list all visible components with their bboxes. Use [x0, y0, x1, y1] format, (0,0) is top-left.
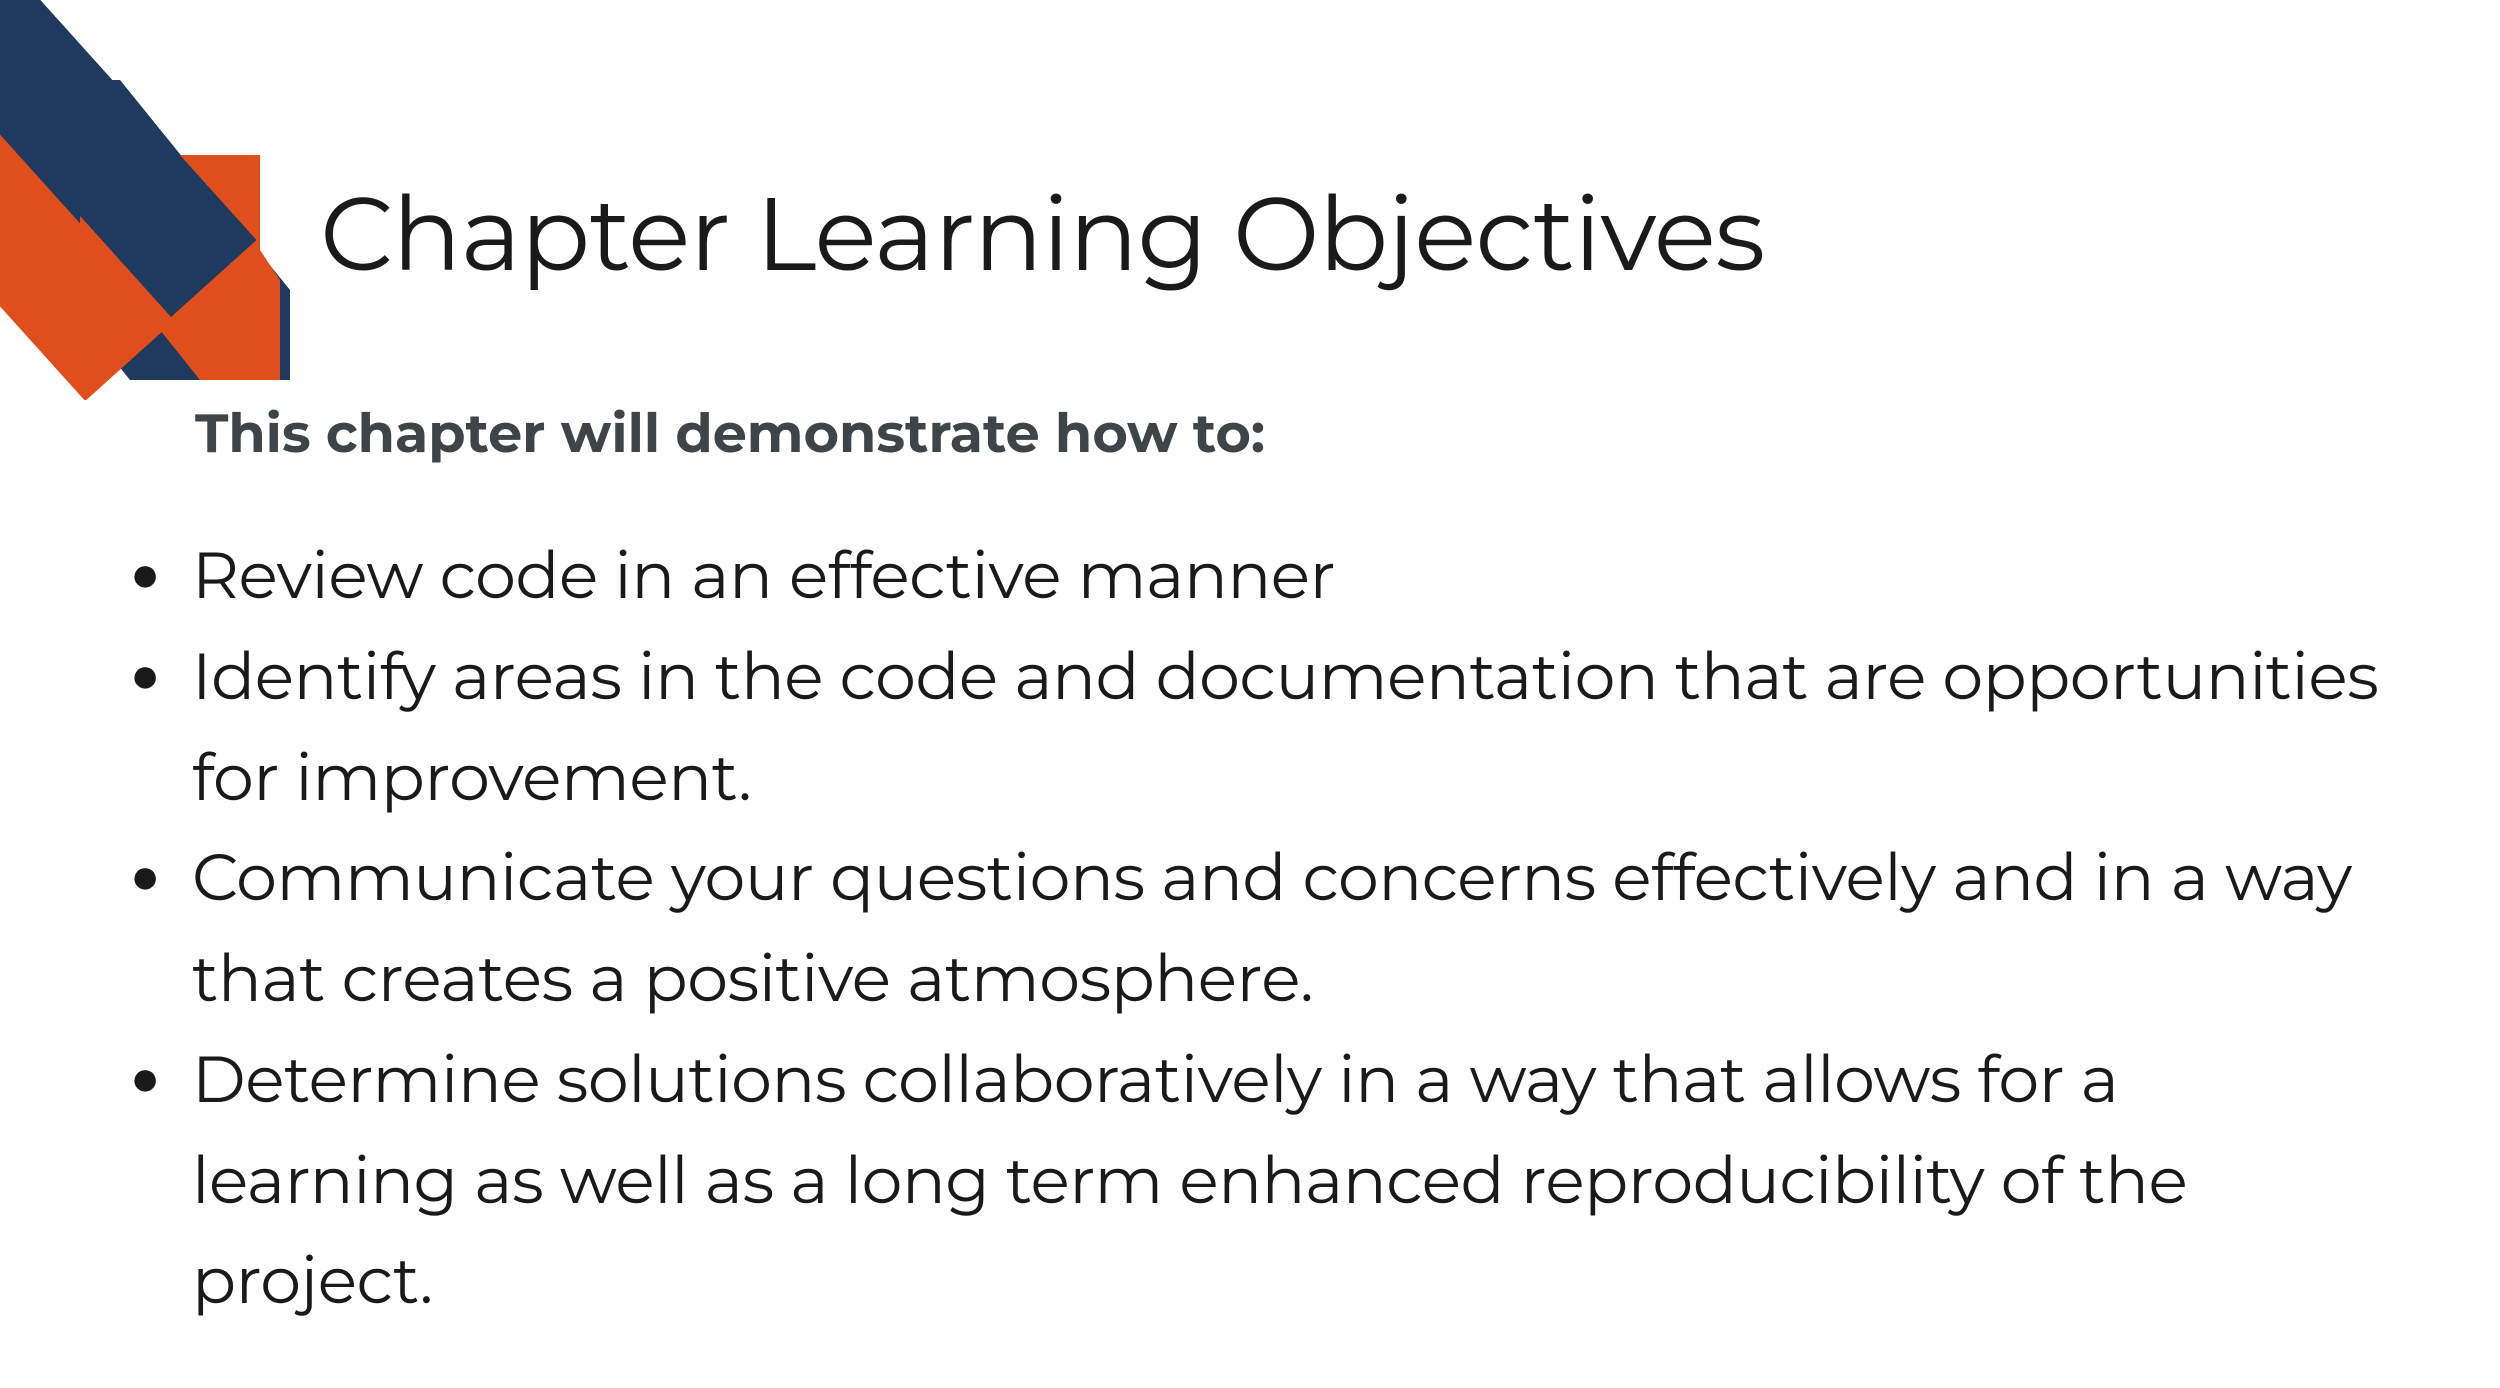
- decorative-stripes-icon: [0, 0, 300, 400]
- page-subtitle: This chapter will demonstrate how to:: [195, 400, 1265, 466]
- list-item: Identify areas in the code and documenta…: [130, 627, 2380, 829]
- list-item: Communicate your questions and concerns …: [130, 828, 2380, 1030]
- list-item: Determine solutions collaboratively in a…: [130, 1030, 2380, 1332]
- list-item: Review code in an effective manner: [130, 526, 2380, 627]
- page-title: Chapter Learning Objectives: [320, 170, 1764, 296]
- objectives-list: Review code in an effective manner Ident…: [130, 526, 2380, 1332]
